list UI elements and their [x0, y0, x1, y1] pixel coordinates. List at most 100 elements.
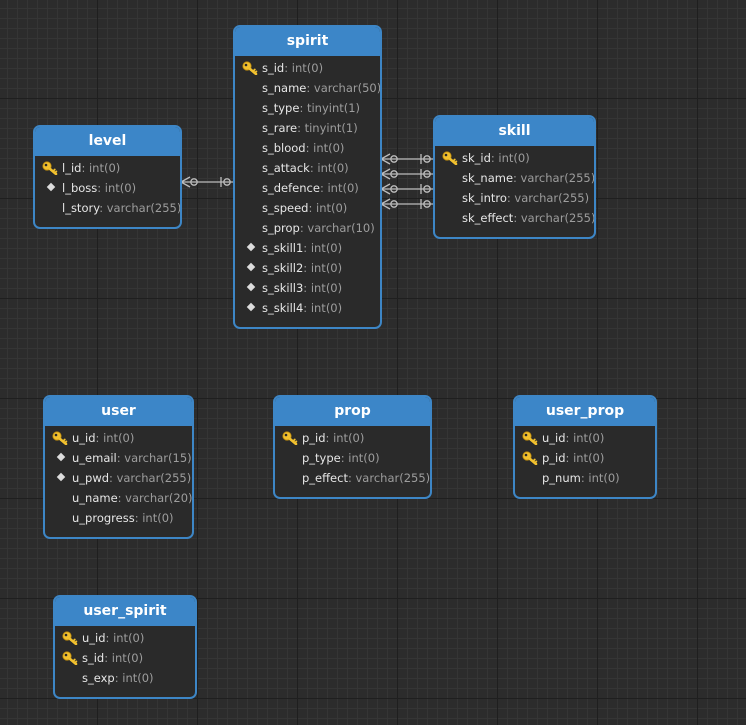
field-name: s_prop — [262, 221, 300, 235]
field-type: : varchar(255) — [347, 471, 431, 485]
field-name: s_type — [262, 101, 300, 115]
field-type: : int(0) — [97, 181, 137, 195]
field-type: : int(0) — [309, 161, 349, 175]
primary-key-icon — [521, 428, 539, 448]
field-type: : varchar(20) — [117, 491, 193, 505]
field-type: : int(0) — [305, 141, 345, 155]
table-user-spirit[interactable]: user_spirit u_id: int(0) s_id: int(0) s_ex… — [53, 595, 197, 699]
field-type: : varchar(50) — [306, 81, 382, 95]
table-level[interactable]: level l_id: int(0) l_boss: int(0) l_story:… — [33, 125, 182, 229]
field-row[interactable]: s_attack: int(0) — [235, 158, 380, 178]
field-row[interactable]: s_skill4: int(0) — [235, 298, 380, 318]
field-name: sk_intro — [462, 191, 507, 205]
field-name: u_id — [542, 431, 566, 445]
field-row[interactable]: u_email: varchar(15) — [45, 448, 192, 468]
field-row[interactable]: l_id: int(0) — [35, 158, 180, 178]
field-type: : int(0) — [308, 201, 348, 215]
field-type: : int(0) — [565, 451, 605, 465]
field-row[interactable]: s_id: int(0) — [235, 58, 380, 78]
field-row[interactable]: s_id: int(0) — [55, 648, 195, 668]
primary-key-icon — [241, 58, 259, 78]
field-row[interactable]: s_defence: int(0) — [235, 178, 380, 198]
field-row[interactable]: u_id: int(0) — [515, 428, 655, 448]
field-row[interactable]: s_exp: int(0) — [55, 668, 195, 688]
field-row[interactable]: u_progress: int(0) — [45, 508, 192, 528]
field-list: u_id: int(0) u_email: varchar(15) u_pwd: v… — [45, 426, 192, 528]
field-row[interactable]: u_pwd: varchar(255) — [45, 468, 192, 488]
field-row[interactable]: l_story: varchar(255) — [35, 198, 180, 218]
table-title: user_spirit — [55, 597, 195, 626]
field-type: : varchar(255) — [506, 191, 590, 205]
field-row[interactable]: sk_id: int(0) — [435, 148, 594, 168]
field-row[interactable]: p_num: int(0) — [515, 468, 655, 488]
field-row[interactable]: sk_intro: varchar(255) — [435, 188, 594, 208]
field-name: l_boss — [62, 181, 98, 195]
field-name: u_id — [82, 631, 106, 645]
field-name: s_skill1 — [262, 241, 304, 255]
field-row[interactable]: p_id: int(0) — [275, 428, 430, 448]
field-type: : varchar(255) — [109, 471, 192, 485]
field-type: : varchar(255) — [513, 171, 596, 185]
field-type: : int(0) — [303, 241, 343, 255]
table-user[interactable]: user u_id: int(0) u_email: varchar(15) u_p… — [43, 395, 194, 539]
field-name: s_id — [82, 651, 105, 665]
field-row[interactable]: s_skill3: int(0) — [235, 278, 380, 298]
field-name: p_num — [542, 471, 581, 485]
field-row[interactable]: sk_effect: varchar(255) — [435, 208, 594, 228]
index-diamond-icon — [41, 178, 59, 198]
relationship-spirit-skill-2 — [380, 168, 434, 180]
field-list: p_id: int(0) p_type: int(0) p_effect: varc… — [275, 426, 430, 488]
field-name: u_pwd — [72, 471, 110, 485]
primary-key-icon — [61, 648, 79, 668]
field-list: u_id: int(0) p_id: int(0) p_num: int(0) — [515, 426, 655, 488]
field-row[interactable]: u_name: varchar(20) — [45, 488, 192, 508]
field-row[interactable]: s_blood: int(0) — [235, 138, 380, 158]
table-prop[interactable]: prop p_id: int(0) p_type: int(0) p_effect:… — [273, 395, 432, 499]
field-name: p_type — [302, 451, 341, 465]
field-row[interactable]: l_boss: int(0) — [35, 178, 180, 198]
field-name: l_story — [62, 201, 100, 215]
field-name: s_id — [262, 61, 285, 75]
field-row[interactable]: p_effect: varchar(255) — [275, 468, 430, 488]
field-type: : int(0) — [104, 651, 144, 665]
field-row[interactable]: p_type: int(0) — [275, 448, 430, 468]
primary-key-icon — [281, 428, 299, 448]
table-skill[interactable]: skill sk_id: int(0) sk_name: varchar(255)… — [433, 115, 596, 239]
field-row[interactable]: s_name: varchar(50) — [235, 78, 380, 98]
field-type: : int(0) — [303, 281, 343, 295]
index-diamond-icon — [241, 298, 259, 318]
field-name: s_exp — [82, 671, 115, 685]
field-name: sk_name — [462, 171, 514, 185]
field-row[interactable]: s_type: tinyint(1) — [235, 98, 380, 118]
field-type: : int(0) — [105, 631, 145, 645]
field-name: p_id — [542, 451, 566, 465]
field-row[interactable]: u_id: int(0) — [55, 628, 195, 648]
primary-key-icon — [61, 628, 79, 648]
field-row[interactable]: sk_name: varchar(255) — [435, 168, 594, 188]
field-type: : int(0) — [303, 301, 343, 315]
field-row[interactable]: s_prop: varchar(10) — [235, 218, 380, 238]
field-row[interactable]: s_speed: int(0) — [235, 198, 380, 218]
table-title: user_prop — [515, 397, 655, 426]
primary-key-icon — [41, 158, 59, 178]
field-row[interactable]: p_id: int(0) — [515, 448, 655, 468]
field-name: u_email — [72, 451, 117, 465]
table-user-prop[interactable]: user_prop u_id: int(0) p_id: int(0) p_num:… — [513, 395, 657, 499]
field-name: u_id — [72, 431, 96, 445]
field-row[interactable]: s_rare: tinyint(1) — [235, 118, 380, 138]
index-diamond-icon — [241, 238, 259, 258]
field-type: : tinyint(1) — [299, 101, 361, 115]
field-row[interactable]: u_id: int(0) — [45, 428, 192, 448]
field-row[interactable]: s_skill1: int(0) — [235, 238, 380, 258]
field-row[interactable]: s_skill2: int(0) — [235, 258, 380, 278]
relationship-spirit-skill-1 — [380, 153, 434, 165]
field-name: sk_id — [462, 151, 491, 165]
table-title: level — [35, 127, 180, 156]
table-title: prop — [275, 397, 430, 426]
field-type: : int(0) — [81, 161, 121, 175]
table-spirit[interactable]: spirit s_id: int(0) s_name: varchar(50) s_… — [233, 25, 382, 329]
field-type: : int(0) — [325, 431, 365, 445]
field-type: : int(0) — [95, 431, 135, 445]
field-name: s_name — [262, 81, 307, 95]
field-type: : int(0) — [114, 671, 154, 685]
